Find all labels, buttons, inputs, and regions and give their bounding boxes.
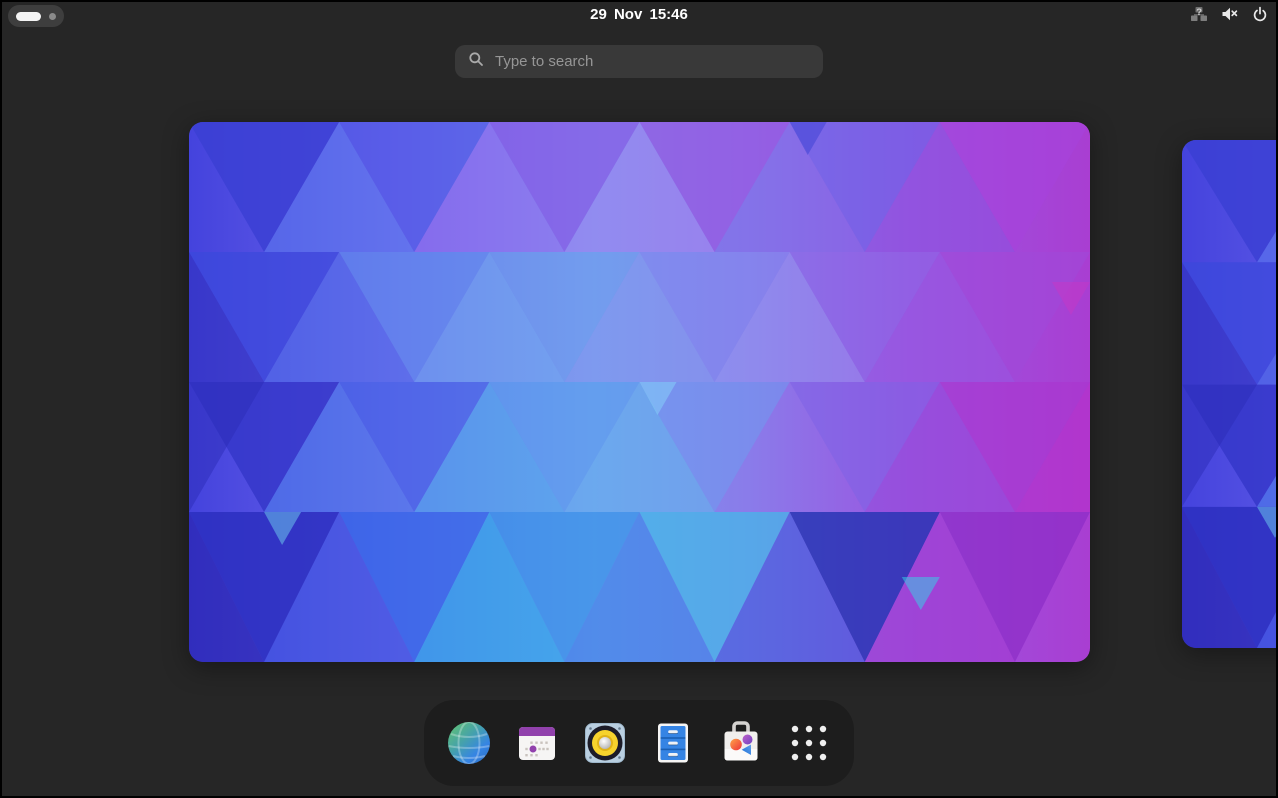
app-music-player[interactable] [581, 719, 629, 767]
top-bar: 29 Nov 15:46 ? [0, 0, 1278, 28]
network-wired-unknown-icon: ? [1190, 6, 1208, 22]
search-icon [468, 51, 484, 72]
show-applications-grid-icon [785, 719, 833, 767]
web-browser-globe-icon [445, 719, 493, 767]
file-manager-cabinet-icon [649, 719, 697, 767]
dash [424, 700, 854, 786]
active-workspace-pill [16, 12, 41, 21]
wallpaper-art [1182, 140, 1278, 648]
power-icon [1252, 6, 1268, 22]
inactive-workspace-dot [49, 13, 56, 20]
music-speaker-icon [581, 719, 629, 767]
search-bar [455, 45, 823, 78]
app-file-manager[interactable] [649, 719, 697, 767]
system-status-area[interactable]: ? [1190, 0, 1268, 28]
app-software-store[interactable] [717, 719, 765, 767]
calendar-icon [513, 719, 561, 767]
volume-muted-icon [1221, 6, 1239, 22]
app-calendar[interactable] [513, 719, 561, 767]
workspace-indicator-pill[interactable] [8, 5, 64, 27]
wallpaper-art [189, 122, 1090, 662]
workspace-preview-next[interactable] [1182, 140, 1278, 648]
software-store-bag-icon [717, 719, 765, 767]
svg-text:?: ? [1196, 7, 1202, 18]
search-input[interactable] [493, 52, 810, 71]
clock[interactable]: 29 Nov 15:46 [590, 6, 688, 23]
workspace-preview-current[interactable] [189, 122, 1090, 662]
app-web-browser[interactable] [445, 719, 493, 767]
show-applications-button[interactable] [785, 719, 833, 767]
